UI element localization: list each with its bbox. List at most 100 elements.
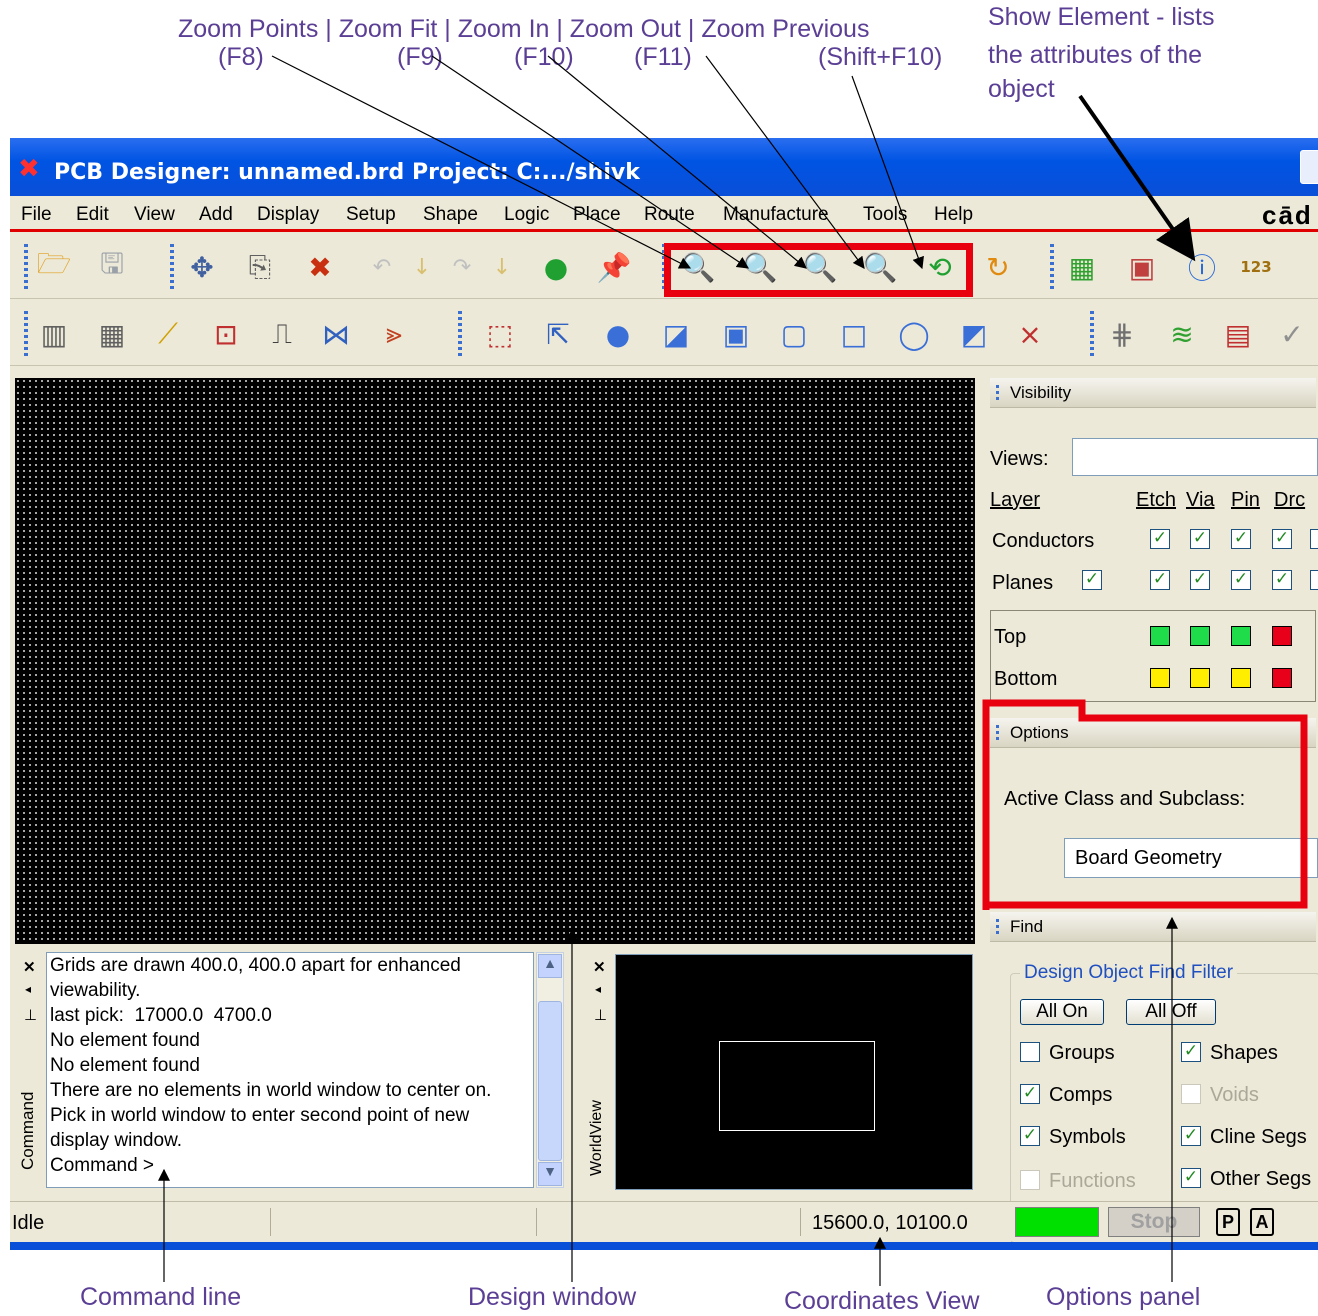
move-icon[interactable]: ✥ [182, 247, 222, 287]
collapse-arrow-icon[interactable]: ◂ [595, 982, 601, 996]
measure-icon[interactable]: 123 [1236, 247, 1276, 287]
delay-tune-icon[interactable]: ⎍ [262, 314, 302, 354]
pointer-icon[interactable]: ◪ [656, 314, 696, 354]
save-icon[interactable]: 🖫 [92, 247, 132, 287]
menu-shape[interactable]: Shape [423, 204, 478, 226]
menu-logic[interactable]: Logic [504, 204, 549, 226]
toolbar-grip[interactable] [1090, 311, 1094, 357]
collapse-arrow-icon[interactable]: ◂ [25, 982, 31, 996]
top-pin-swatch[interactable] [1231, 626, 1251, 646]
round-shape-icon[interactable]: ▢ [774, 314, 814, 354]
redo-icon[interactable]: ↷ [442, 247, 482, 287]
conductors-etch-checkbox[interactable]: ✓ [1150, 529, 1170, 549]
bottom-pin-swatch[interactable] [1231, 668, 1251, 688]
slide-icon[interactable]: ⊡ [206, 314, 246, 354]
scroll-thumb[interactable] [538, 1001, 562, 1161]
via-column-label[interactable]: Via [1186, 489, 1215, 512]
planes-via-checkbox[interactable]: ✓ [1190, 570, 1210, 590]
merge-shape-icon[interactable]: ◩ [954, 314, 994, 354]
square-shape-icon[interactable]: □ [834, 314, 874, 354]
circle-shape-icon[interactable]: ● [598, 314, 638, 354]
pin-icon[interactable]: 📌 [594, 247, 634, 287]
planes-all-checkbox[interactable]: ✓ [1082, 570, 1102, 590]
pin-panel-icon[interactable]: ⊥ [24, 1006, 37, 1024]
menu-view[interactable]: View [134, 204, 175, 226]
undo-down-icon[interactable]: ↓ [402, 247, 442, 287]
options-header[interactable]: Options [990, 718, 1316, 748]
select-arrow-icon[interactable]: ⇱ [538, 314, 578, 354]
toolbar-grip[interactable] [24, 244, 28, 290]
find-header[interactable]: Find [990, 912, 1316, 942]
menu-place[interactable]: Place [573, 204, 621, 226]
cline-segs-checkbox[interactable]: ✓ [1181, 1126, 1201, 1146]
worldview-canvas[interactable] [615, 954, 973, 1190]
grid-icon[interactable]: ▥ [34, 314, 74, 354]
zoom-in-icon[interactable]: 🔍 [800, 247, 840, 287]
menu-tools[interactable]: Tools [863, 204, 907, 226]
top-etch-swatch[interactable] [1150, 626, 1170, 646]
menu-file[interactable]: File [21, 204, 52, 226]
visibility-header[interactable]: Visibility [990, 378, 1316, 408]
vertex-icon[interactable]: ⪢ [374, 314, 414, 354]
grid-alt-icon[interactable]: ▦ [92, 314, 132, 354]
custom-smooth-icon[interactable]: ⋈ [316, 314, 356, 354]
etch-column-label[interactable]: Etch [1136, 489, 1176, 512]
bottom-drc-swatch[interactable] [1272, 668, 1292, 688]
rect-shape-icon[interactable]: ▣ [716, 314, 756, 354]
groups-checkbox[interactable] [1020, 1042, 1040, 1062]
scroll-up-icon[interactable]: ▲ [538, 954, 562, 978]
menu-route[interactable]: Route [644, 204, 695, 226]
color-dialog-icon[interactable]: ▦ [1062, 247, 1102, 287]
command-output[interactable]: Grids are drawn 400.0, 400.0 apart for e… [46, 952, 534, 1188]
all-on-button[interactable]: All On [1020, 999, 1104, 1025]
shape-select-icon[interactable]: ⬚ [480, 314, 520, 354]
toolbar-grip[interactable] [24, 311, 28, 357]
redo-down-icon[interactable]: ↓ [482, 247, 522, 287]
copy-icon[interactable]: ⎘ [240, 247, 280, 287]
layers-icon[interactable]: ≋ [1162, 314, 1202, 354]
conductors-pin-checkbox[interactable]: ✓ [1231, 529, 1251, 549]
undo-icon[interactable]: ↶ [362, 247, 402, 287]
worldview-tab-label[interactable]: WorldView [588, 1046, 606, 1176]
conductors-drc-checkbox[interactable]: ✓ [1272, 529, 1292, 549]
menu-manufacture[interactable]: Manufacture [723, 204, 829, 226]
conductors-via-checkbox[interactable]: ✓ [1190, 529, 1210, 549]
planes-drc-checkbox[interactable]: ✓ [1272, 570, 1292, 590]
scroll-down-icon[interactable]: ▼ [538, 1162, 562, 1186]
worldview-viewport-rect[interactable] [719, 1041, 875, 1131]
delete-icon[interactable]: ✖ [300, 247, 340, 287]
planes-extra-checkbox[interactable] [1310, 570, 1318, 590]
menu-add[interactable]: Add [199, 204, 233, 226]
menu-help[interactable]: Help [934, 204, 973, 226]
unrats-icon[interactable]: ● [536, 247, 576, 287]
zoom-previous-icon[interactable]: ⟲ [920, 247, 960, 287]
menu-display[interactable]: Display [257, 204, 319, 226]
close-icon[interactable]: ✕ [23, 958, 36, 976]
other-segs-checkbox[interactable]: ✓ [1181, 1168, 1201, 1188]
zoom-points-icon[interactable]: 🔍 [678, 247, 718, 287]
check-icon[interactable]: ✓ [1272, 314, 1312, 354]
toolbar-grip[interactable] [662, 244, 666, 290]
drc-column-label[interactable]: Drc [1274, 489, 1305, 512]
command-tab-label[interactable]: Command [18, 1050, 38, 1170]
symbols-checkbox[interactable]: ✓ [1020, 1126, 1040, 1146]
comps-checkbox[interactable]: ✓ [1020, 1084, 1040, 1104]
active-class-select[interactable]: Board Geometry [1064, 838, 1318, 878]
pin-column-label[interactable]: Pin [1231, 489, 1260, 512]
zoom-fit-icon[interactable]: 🔍 [740, 247, 780, 287]
planes-pin-checkbox[interactable]: ✓ [1231, 570, 1251, 590]
bottom-via-swatch[interactable] [1190, 668, 1210, 688]
toolbar-grip[interactable] [1050, 244, 1054, 290]
delete-shape-icon[interactable]: ⨯ [1010, 314, 1050, 354]
close-icon[interactable]: ✕ [593, 958, 606, 976]
menu-edit[interactable]: Edit [76, 204, 109, 226]
grid-toggle-icon[interactable]: ⋕ [1102, 314, 1142, 354]
top-drc-swatch[interactable] [1272, 626, 1292, 646]
planes-etch-checkbox[interactable]: ✓ [1150, 570, 1170, 590]
toolbar-grip[interactable] [170, 244, 174, 290]
menu-setup[interactable]: Setup [346, 204, 396, 226]
window-control-button[interactable] [1300, 150, 1318, 184]
views-select[interactable] [1072, 438, 1318, 476]
pin-panel-icon[interactable]: ⊥ [594, 1006, 607, 1024]
add-connect-icon[interactable]: ⟋ [148, 314, 188, 354]
